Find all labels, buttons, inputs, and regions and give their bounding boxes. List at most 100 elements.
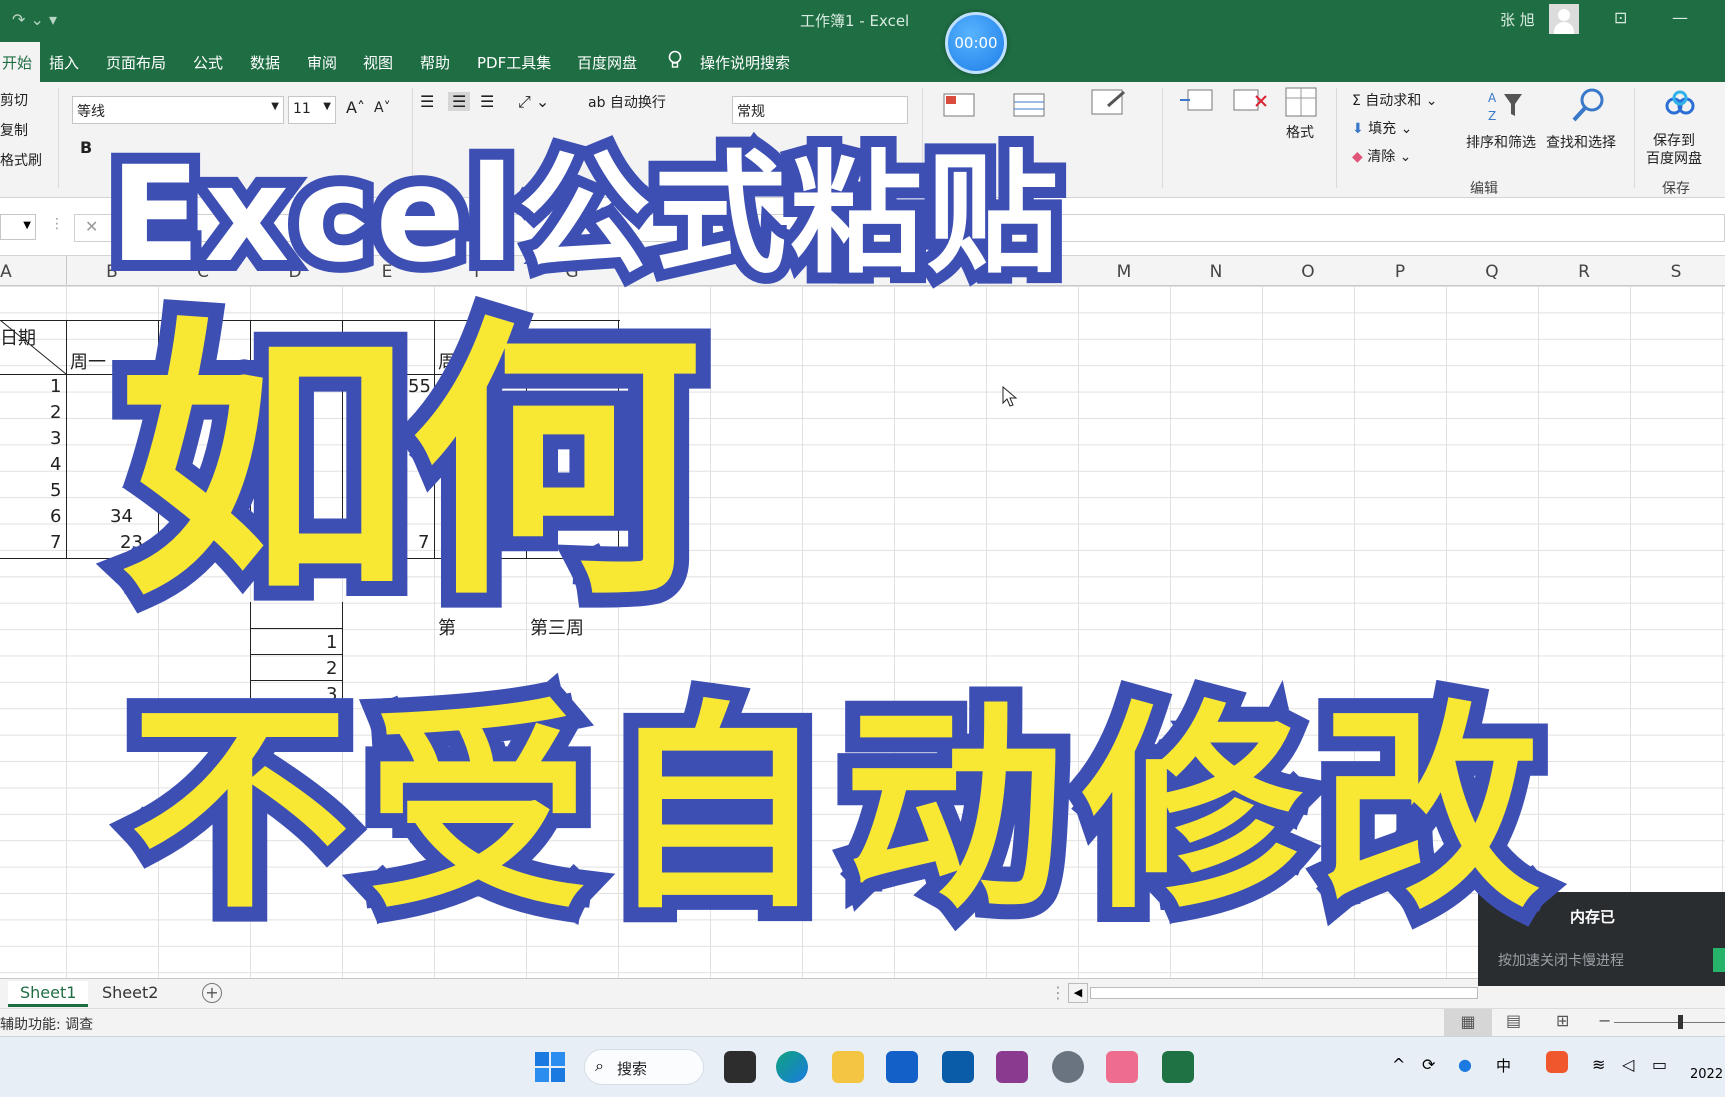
tab-review[interactable]: 审阅 <box>307 52 337 73</box>
column-header[interactable]: Q <box>1482 262 1502 282</box>
find-search-icon[interactable] <box>1568 86 1608 124</box>
table-border <box>250 654 342 655</box>
insert-cells-icon[interactable] <box>1178 88 1214 114</box>
avatar[interactable] <box>1549 4 1579 34</box>
battery-icon[interactable]: ▭ <box>1652 1055 1667 1074</box>
sync-icon[interactable]: ⟳ <box>1422 1055 1435 1074</box>
page-layout-icon[interactable]: ▤ <box>1506 1011 1521 1030</box>
corner-label[interactable]: 日期 <box>0 324 36 350</box>
name-box[interactable]: ▼ <box>0 214 36 240</box>
baidu-cloud-icon[interactable] <box>1664 90 1696 118</box>
copy-button[interactable]: 复制 <box>0 120 28 140</box>
tab-view[interactable]: 视图 <box>363 52 393 73</box>
tab-baidu-netdisk[interactable]: 百度网盘 <box>577 52 637 73</box>
tab-pdf-tools[interactable]: PDF工具集 <box>477 52 551 73</box>
column-header[interactable]: R <box>1574 262 1594 282</box>
tab-page-layout[interactable]: 页面布局 <box>106 52 166 73</box>
format-cells-icon[interactable] <box>1284 86 1320 120</box>
winrar-icon[interactable] <box>996 1051 1028 1083</box>
sogou-icon[interactable] <box>1546 1051 1568 1073</box>
sort-filter-icon[interactable]: AZ <box>1486 88 1526 124</box>
group-label-save: 保存 <box>1662 181 1690 197</box>
svg-text:Z: Z <box>1488 109 1496 123</box>
zoom-out-icon[interactable]: − <box>1598 1011 1611 1030</box>
app-icon[interactable] <box>886 1051 918 1083</box>
store-icon[interactable] <box>942 1051 974 1083</box>
ribbon-display-icon[interactable]: ⊡ <box>1614 8 1627 27</box>
clear-button[interactable]: ◆ 清除 ⌄ <box>1352 146 1411 166</box>
row-number-cell[interactable]: 2 <box>50 402 61 423</box>
add-sheet-icon[interactable]: + <box>202 983 222 1003</box>
drag-handle-icon[interactable]: ⋮ <box>1050 983 1066 1002</box>
row-number-cell[interactable]: 1 <box>326 632 337 653</box>
autosum-button[interactable]: Σ 自动求和 ⌄ <box>1352 90 1437 110</box>
row-number-cell[interactable]: 1 <box>50 376 61 397</box>
fill-button[interactable]: ⬇ 填充 ⌄ <box>1352 118 1412 138</box>
horizontal-scrollbar[interactable] <box>1090 987 1478 999</box>
font-name-value: 等线 <box>77 104 105 120</box>
user-name[interactable]: 张 旭 <box>1500 9 1535 30</box>
sheet-tab[interactable]: Sheet1 <box>8 981 89 1007</box>
column-header[interactable]: N <box>1206 262 1226 282</box>
accessibility-status[interactable]: 辅助功能: 调查 <box>0 1014 93 1034</box>
tab-insert[interactable]: 插入 <box>49 52 79 73</box>
column-header[interactable]: P <box>1390 262 1410 282</box>
tab-data[interactable]: 数据 <box>250 52 280 73</box>
column-header[interactable]: O <box>1298 262 1318 282</box>
eraser-icon: ◆ <box>1352 149 1368 165</box>
clock[interactable]: 2022 <box>1690 1067 1723 1082</box>
tab-formulas[interactable]: 公式 <box>193 52 223 73</box>
row-number-cell[interactable]: 4 <box>50 454 61 475</box>
drag-handle-icon[interactable]: ⋮ <box>50 216 64 232</box>
row-number-cell[interactable]: 7 <box>50 532 61 553</box>
toast-button[interactable] <box>1713 948 1725 972</box>
divider <box>1634 88 1635 188</box>
divider <box>1162 88 1163 188</box>
settings-gear-icon[interactable] <box>1052 1051 1084 1083</box>
row-number-cell[interactable]: 3 <box>50 428 61 449</box>
tell-me-search[interactable]: 操作说明搜索 <box>700 52 790 73</box>
tab-help[interactable]: 帮助 <box>420 52 450 73</box>
cut-button[interactable]: 剪切 <box>0 90 28 110</box>
row-number-cell[interactable]: 6 <box>50 506 61 527</box>
sort-filter-label[interactable]: 排序和筛选 <box>1466 132 1536 152</box>
column-header[interactable]: S <box>1666 262 1686 282</box>
header-cell[interactable]: 周一 <box>70 348 106 374</box>
recording-timer[interactable]: 00:00 <box>945 12 1007 74</box>
fill-down-icon: ⬇ <box>1352 121 1369 137</box>
page-break-icon[interactable]: ⊞ <box>1556 1011 1569 1030</box>
normal-view-icon[interactable]: ▦ <box>1444 1009 1492 1036</box>
cancel-icon[interactable]: ✕ <box>85 217 98 236</box>
windows-start-icon[interactable] <box>534 1051 566 1083</box>
edge-icon[interactable] <box>776 1051 808 1083</box>
volume-icon[interactable]: ◁ <box>1622 1055 1634 1074</box>
zoom-slider-thumb[interactable] <box>1678 1015 1683 1029</box>
bold-button[interactable]: B <box>80 138 92 157</box>
save-baidu-button[interactable]: 保存到 百度网盘 <box>1646 132 1702 168</box>
wifi-icon[interactable]: ≋ <box>1592 1055 1605 1074</box>
format-painter-button[interactable]: 格式刷 <box>0 150 42 170</box>
sheet-tab[interactable]: Sheet2 <box>90 981 170 1004</box>
ime-icon[interactable]: 中 <box>1496 1055 1511 1076</box>
microphone-icon[interactable]: ● <box>1458 1055 1472 1074</box>
scroll-left-icon[interactable]: ◀ <box>1068 983 1088 1003</box>
app-icon[interactable] <box>1106 1051 1138 1083</box>
task-view-icon[interactable] <box>724 1051 756 1083</box>
zoom-slider[interactable] <box>1614 1022 1725 1023</box>
tab-home[interactable]: 开始 <box>0 42 41 82</box>
row-number-cell[interactable]: 2 <box>326 658 337 679</box>
file-explorer-icon[interactable] <box>832 1051 864 1083</box>
overlay-title-line3: 不受自动修改 <box>115 682 1559 938</box>
minimize-icon[interactable]: — <box>1672 8 1688 27</box>
taskbar-search[interactable]: 搜索 ⌕ <box>584 1049 704 1085</box>
redo-icon[interactable]: ↷ ⌄ ▾ <box>12 10 57 29</box>
cell-styles-icon[interactable] <box>1090 86 1130 120</box>
column-header[interactable]: A <box>0 262 16 282</box>
row-number-cell[interactable]: 5 <box>50 480 61 501</box>
format-label[interactable]: 格式 <box>1286 122 1314 142</box>
chevron-up-icon[interactable]: ^ <box>1392 1055 1405 1074</box>
delete-cells-icon[interactable] <box>1232 88 1268 114</box>
column-header[interactable]: M <box>1114 262 1134 282</box>
excel-icon[interactable] <box>1162 1051 1194 1083</box>
find-select-label[interactable]: 查找和选择 <box>1546 132 1616 152</box>
